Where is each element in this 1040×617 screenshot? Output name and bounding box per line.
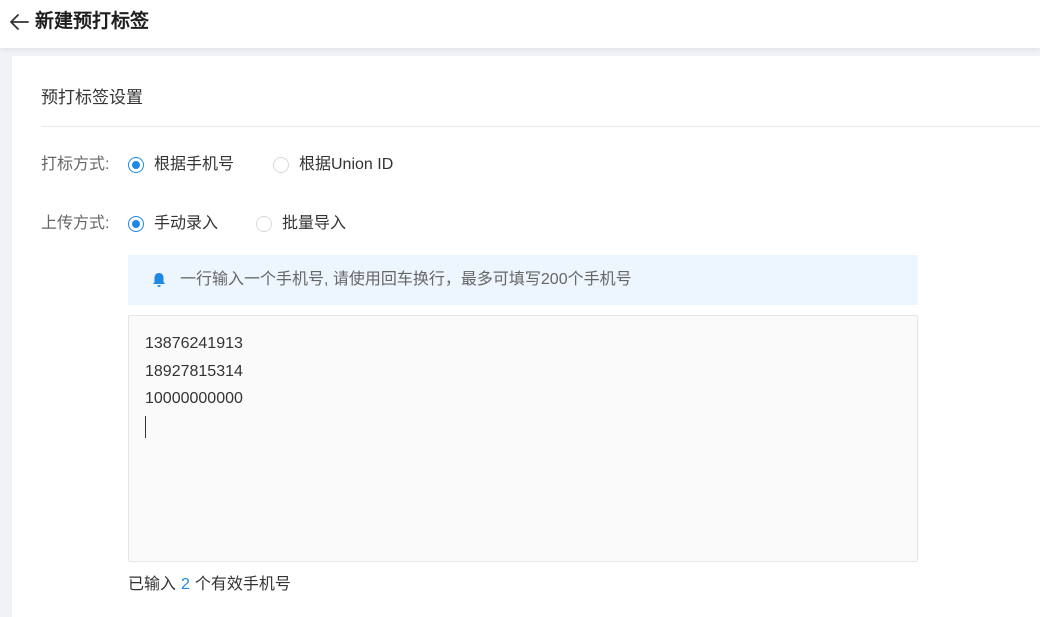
divider xyxy=(41,126,1040,127)
phone-line: 13876241913 xyxy=(145,335,243,352)
top-bar: 新建预打标签 xyxy=(0,0,1040,48)
tag-method-label: 打标方式: xyxy=(41,156,110,173)
phone-number-textarea[interactable]: 13876241913 18927815314 10000000000 xyxy=(128,315,918,562)
radio-circle[interactable] xyxy=(128,157,144,173)
radio-label: 批量导入 xyxy=(282,215,347,232)
arrow-left-icon[interactable] xyxy=(8,10,32,34)
notice-banner: 一行输入一个手机号, 请使用回车换行，最多可填写200个手机号 xyxy=(128,255,918,305)
radio-by-union-id[interactable]: 根据Union ID xyxy=(273,154,393,176)
valid-count: 2 xyxy=(181,576,190,593)
radio-circle[interactable] xyxy=(273,157,289,173)
radio-circle[interactable] xyxy=(128,216,144,232)
phone-line: 10000000000 xyxy=(145,390,243,407)
cursor-line xyxy=(145,413,901,441)
valid-count-summary: 已输入 2 个有效手机号 xyxy=(128,574,291,596)
radio-circle[interactable] xyxy=(256,216,272,232)
phone-line: 18927815314 xyxy=(145,362,243,380)
text-caret xyxy=(145,415,146,438)
upload-method-label: 上传方式: xyxy=(41,215,110,232)
settings-card: 预打标签设置 打标方式: 根据手机号 根据Union ID 上传方式: 手动录入… xyxy=(12,56,1040,617)
radio-batch-import[interactable]: 批量导入 xyxy=(256,213,346,235)
count-prefix: 已输入 xyxy=(128,576,177,593)
section-title: 预打标签设置 xyxy=(41,88,143,107)
count-suffix: 个有效手机号 xyxy=(194,576,291,593)
radio-label: 根据Union ID xyxy=(299,156,394,173)
radio-by-phone[interactable]: 根据手机号 xyxy=(128,154,234,176)
radio-label: 根据手机号 xyxy=(154,156,235,173)
radio-label: 手动录入 xyxy=(154,215,219,232)
page-title: 新建预打标签 xyxy=(35,11,150,32)
radio-manual-entry[interactable]: 手动录入 xyxy=(128,213,218,235)
bell-icon xyxy=(153,273,165,287)
notice-text: 一行输入一个手机号, 请使用回车换行，最多可填写200个手机号 xyxy=(180,271,632,288)
